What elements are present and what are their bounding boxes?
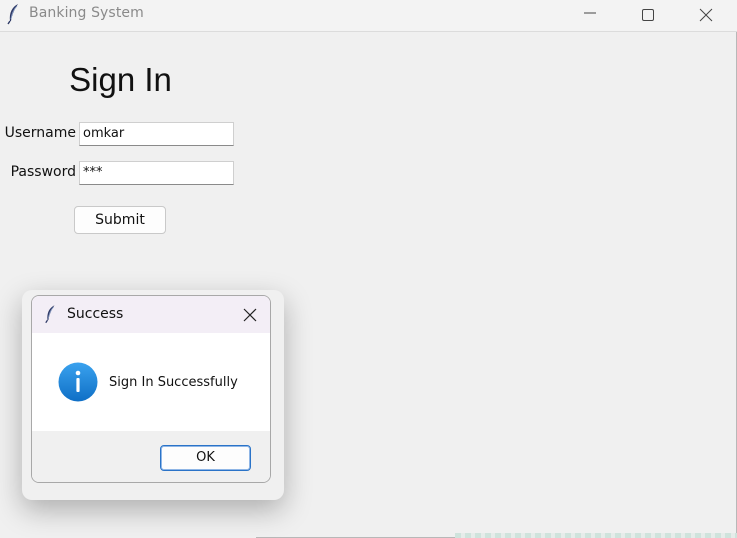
- dialog-titlebar[interactable]: Success: [32, 296, 270, 333]
- password-label: Password: [10, 164, 76, 180]
- background-strip: [455, 533, 737, 538]
- feather-icon: [45, 305, 55, 324]
- page-title: Sign In: [69, 61, 172, 98]
- window-title: Banking System: [29, 5, 144, 21]
- dialog-message: Sign In Successfully: [109, 375, 238, 390]
- password-field[interactable]: ***: [79, 161, 234, 185]
- close-button[interactable]: [683, 0, 729, 30]
- close-icon: [243, 308, 257, 322]
- dialog-title: Success: [67, 306, 124, 322]
- username-field[interactable]: omkar: [79, 122, 234, 146]
- minimize-button[interactable]: [567, 0, 613, 30]
- dialog-close-button[interactable]: [238, 304, 262, 326]
- maximize-button[interactable]: [625, 0, 671, 30]
- feather-icon: [7, 4, 18, 25]
- info-icon: [58, 362, 98, 402]
- window-titlebar[interactable]: Banking System: [0, 0, 737, 32]
- ok-button[interactable]: OK: [160, 445, 251, 471]
- username-label: Username: [4, 125, 76, 141]
- maximize-icon: [642, 9, 654, 21]
- dialog-body: Sign In Successfully: [32, 333, 270, 431]
- success-dialog: Success Sign In Successfully OK: [31, 295, 271, 483]
- submit-button[interactable]: Submit: [74, 206, 166, 234]
- close-icon: [699, 8, 713, 22]
- minimize-icon: [584, 12, 596, 14]
- dialog-footer: OK: [32, 431, 270, 482]
